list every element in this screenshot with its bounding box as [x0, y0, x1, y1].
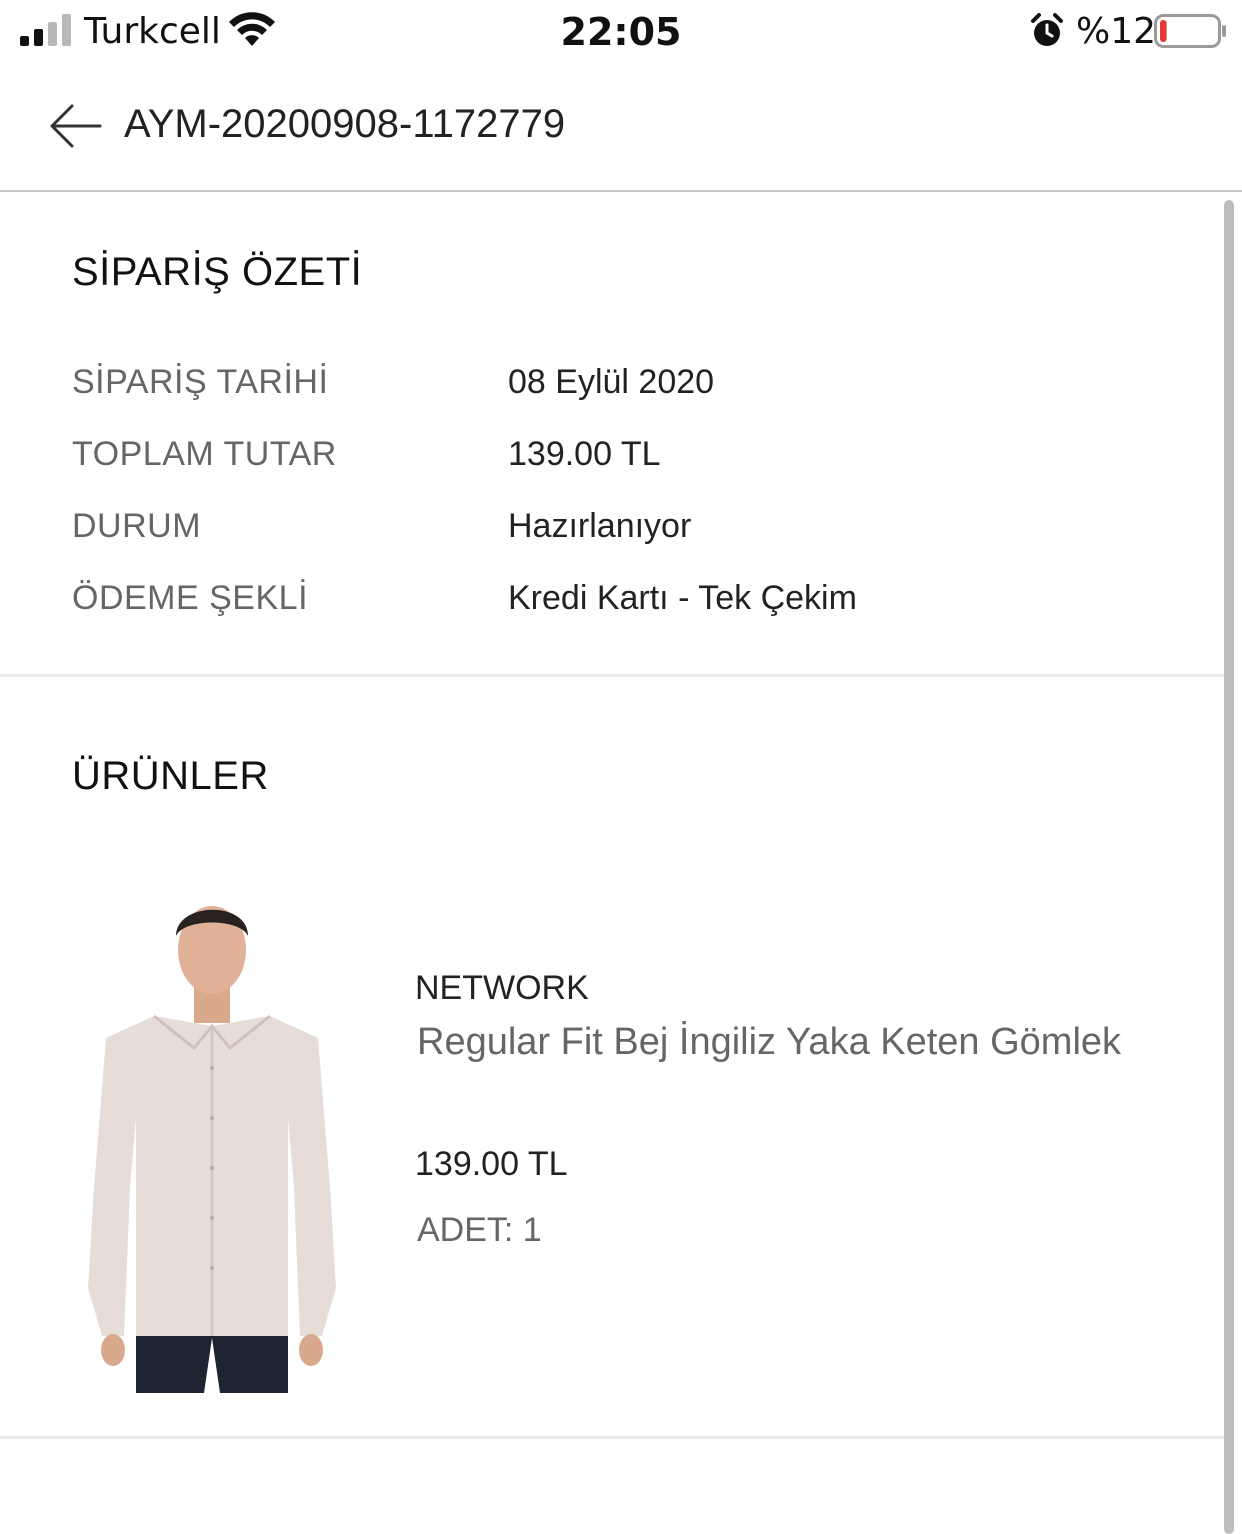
total-amount-value: 139.00 TL — [508, 435, 661, 473]
status-value: Hazırlanıyor — [508, 507, 692, 545]
status-bar: Turkcell 22:05 %12 — [0, 0, 1242, 64]
products-title: ÜRÜNLER — [72, 754, 269, 798]
arrow-left-icon[interactable] — [44, 98, 104, 154]
alarm-icon — [1031, 13, 1063, 46]
total-amount-label: TOPLAM TUTAR — [72, 435, 337, 473]
scrollbar[interactable] — [1224, 200, 1234, 1534]
order-date-label: SİPARİŞ TARİHİ — [72, 363, 329, 401]
status-label: DURUM — [72, 507, 202, 545]
section-divider — [0, 674, 1224, 677]
section-divider — [0, 1436, 1224, 1439]
order-summary-title: SİPARİŞ ÖZETİ — [72, 250, 363, 294]
battery-icon — [1154, 14, 1226, 48]
order-number-title: AYM-20200908-1172779 — [124, 102, 566, 146]
order-date-value: 08 Eylül 2020 — [508, 363, 715, 401]
product-price: 139.00 TL — [415, 1145, 568, 1183]
product-name[interactable]: Regular Fit Bej İngiliz Yaka Keten Gömle… — [417, 1018, 1121, 1066]
payment-method-label: ÖDEME ŞEKLİ — [72, 579, 309, 617]
product-image[interactable] — [44, 888, 364, 1398]
battery-percentage: %12 — [1076, 11, 1157, 52]
payment-method-value: Kredi Kartı - Tek Çekim — [508, 579, 857, 617]
product-brand: NETWORK — [415, 969, 589, 1007]
battery-level-fill — [1160, 20, 1167, 42]
product-quantity: ADET: 1 — [417, 1211, 542, 1249]
top-navigation-bar: AYM-20200908-1172779 — [0, 64, 1242, 192]
